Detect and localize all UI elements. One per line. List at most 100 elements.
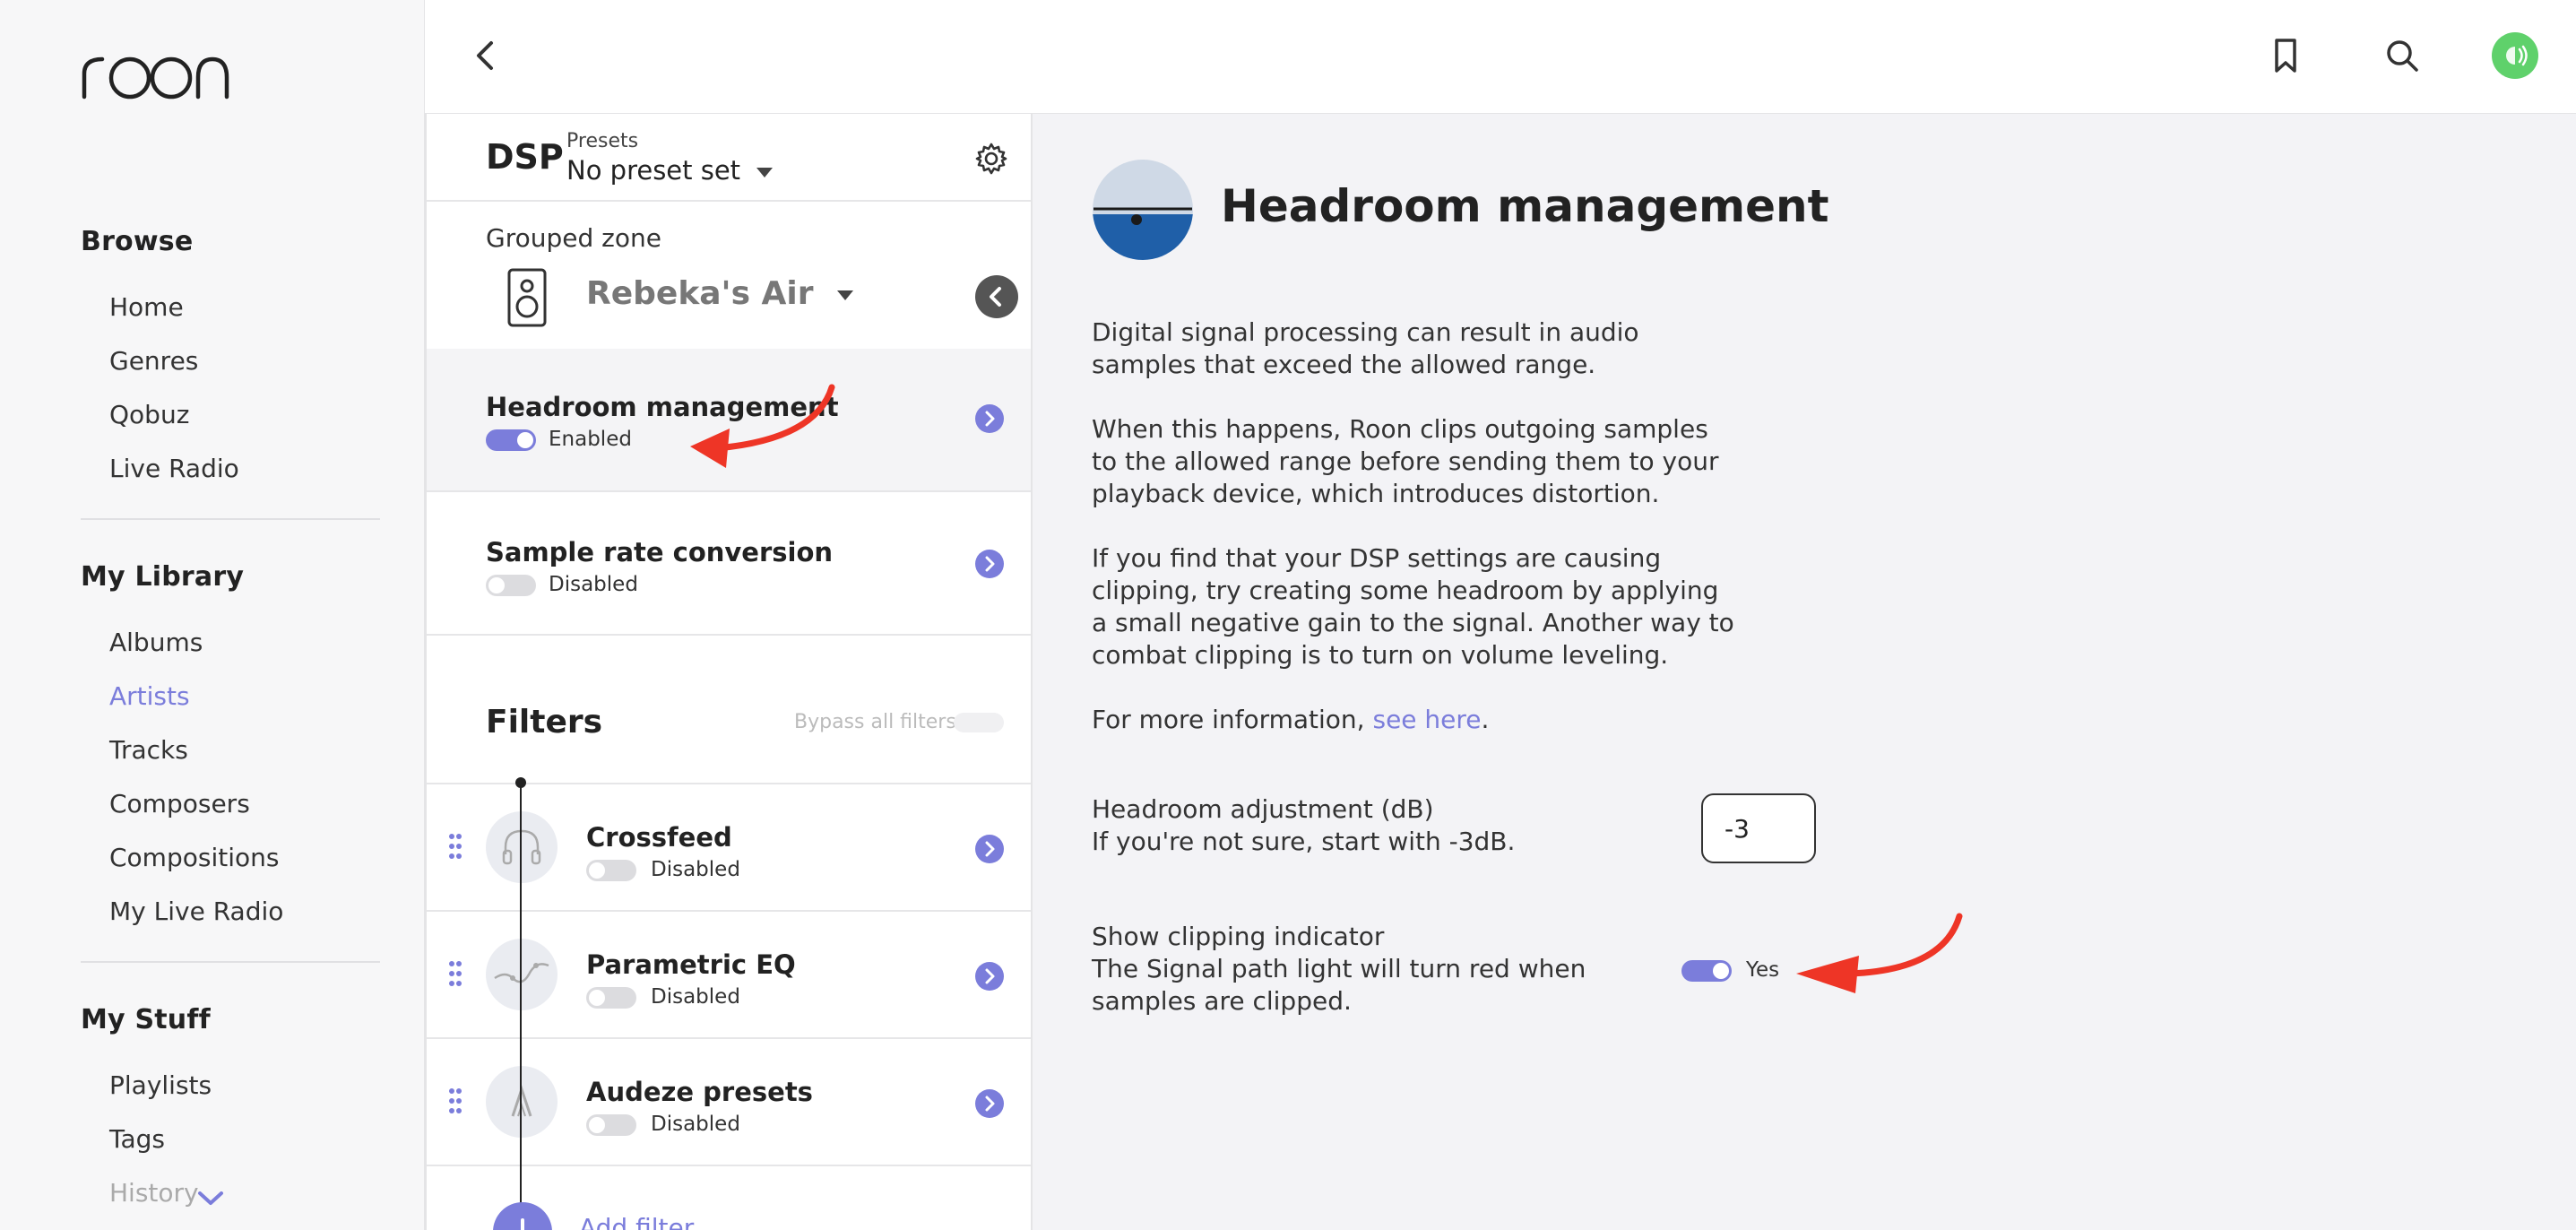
sidebar-item-qobuz[interactable]: Qobuz	[109, 400, 189, 429]
sidebar-item-genres[interactable]: Genres	[109, 346, 198, 376]
eq-curve-icon	[486, 939, 558, 1010]
caret-down-icon	[836, 290, 853, 300]
adjustment-hint: If you're not sure, start with -3dB.	[1092, 827, 1516, 856]
sample-rate-toggle[interactable]	[486, 575, 536, 596]
settings-button[interactable]	[973, 141, 1009, 180]
sidebar-item-tags[interactable]: Tags	[109, 1124, 165, 1154]
search-button[interactable]	[2382, 36, 2422, 79]
clipping-label: Show clipping indicator	[1092, 922, 1385, 951]
sidebar-item-albums[interactable]: Albums	[109, 628, 203, 657]
sidebar-item-home[interactable]: Home	[109, 292, 184, 322]
sidebar-item-composers[interactable]: Composers	[109, 789, 250, 819]
search-icon	[2387, 40, 2418, 72]
headphones-icon	[486, 811, 558, 883]
speaker-wave-icon	[2506, 45, 2528, 66]
more-info-suffix: .	[1481, 705, 1490, 734]
sidebar-item-compositions[interactable]: Compositions	[109, 843, 279, 872]
dsp-row-sample-rate[interactable]: Sample rate conversion Disabled	[427, 492, 1031, 636]
zone-collapse-button[interactable]	[975, 275, 1018, 318]
sidebar-item-artists[interactable]: Artists	[109, 681, 190, 711]
chevron-right-icon[interactable]	[975, 1089, 1004, 1118]
clipping-value: Yes	[1746, 958, 1780, 982]
user-avatar[interactable]	[2492, 32, 2538, 79]
presets-label: Presets	[566, 130, 639, 152]
filter-chain-line	[520, 783, 522, 1230]
bookmark-button[interactable]	[2269, 36, 2302, 79]
chevron-right-icon[interactable]	[975, 835, 1004, 863]
roon-logo-svg	[82, 56, 229, 100]
chevron-down-icon[interactable]	[195, 1189, 226, 1212]
filter-status: Disabled	[651, 985, 740, 1009]
drag-handle-icon[interactable]	[448, 833, 462, 863]
clipping-indicator-toggle[interactable]	[1681, 960, 1732, 982]
row-title: Headroom management	[486, 392, 839, 422]
sidebar-divider	[81, 518, 380, 520]
chevron-right-icon[interactable]	[975, 550, 1004, 578]
filter-row-parametric-eq[interactable]: Parametric EQ Disabled	[427, 912, 1031, 1039]
filter-status: Disabled	[651, 1113, 740, 1136]
caret-down-icon	[756, 167, 774, 178]
chevron-right-icon[interactable]	[975, 962, 1004, 991]
filter-row-crossfeed[interactable]: Crossfeed Disabled	[427, 784, 1031, 912]
filter-row-audeze-presets[interactable]: Audeze presets Disabled	[427, 1039, 1031, 1166]
add-filter-button[interactable]	[493, 1202, 552, 1230]
row-title: Sample rate conversion	[486, 537, 834, 567]
row-status: Enabled	[549, 428, 632, 451]
presets-value: No preset set	[566, 155, 741, 186]
description-paragraph: Digital signal processing can result in …	[1092, 317, 1639, 379]
chevron-left-icon	[990, 287, 1001, 307]
my-stuff-heading: My Stuff	[81, 1004, 211, 1035]
roon-logo	[79, 50, 231, 104]
more-info-paragraph: For more information, see here.	[1092, 704, 1737, 736]
chevron-left-icon	[477, 41, 493, 70]
bookmark-icon	[2275, 39, 2296, 73]
zone-label: Grouped zone	[486, 223, 661, 253]
dsp-panel: DSP Presets No preset set Grouped zone R…	[425, 114, 1033, 1230]
drag-handle-icon[interactable]	[448, 1087, 462, 1118]
details-title: Headroom management	[1221, 180, 1829, 232]
audeze-toggle[interactable]	[586, 1114, 636, 1136]
browse-heading: Browse	[81, 226, 194, 257]
plus-icon	[511, 1218, 534, 1230]
sidebar-item-my-live-radio[interactable]: My Live Radio	[109, 897, 283, 926]
filter-title: Crossfeed	[586, 822, 732, 853]
zone-name: Rebeka's Air	[586, 275, 814, 312]
sidebar-item-playlists[interactable]: Playlists	[109, 1070, 212, 1100]
filter-title: Parametric EQ	[586, 949, 796, 980]
speaker-icon	[507, 268, 547, 331]
headroom-icon	[1092, 159, 1194, 264]
bypass-label: Bypass all filters	[794, 711, 956, 733]
bypass-toggle[interactable]	[954, 713, 1004, 732]
dsp-row-headroom[interactable]: Headroom management Enabled	[427, 349, 1031, 492]
adjustment-label: Headroom adjustment (dB)	[1092, 794, 1434, 824]
sidebar-divider	[81, 961, 380, 963]
filter-status: Disabled	[651, 858, 740, 881]
clipping-hint: The Signal path light will turn red when…	[1092, 954, 1586, 1016]
add-filter-link[interactable]: Add filter	[579, 1213, 694, 1230]
see-here-link[interactable]: see here	[1372, 705, 1481, 734]
description-paragraph: When this happens, Roon clips outgoing s…	[1092, 414, 1719, 508]
sidebar-item-tracks[interactable]: Tracks	[109, 735, 188, 765]
zone-dropdown[interactable]: Rebeka's Air	[586, 275, 853, 312]
parametric-eq-toggle[interactable]	[586, 987, 636, 1009]
my-library-heading: My Library	[81, 561, 245, 593]
gear-icon	[975, 143, 1007, 175]
filter-title: Audeze presets	[586, 1077, 813, 1107]
sidebar-item-live-radio[interactable]: Live Radio	[109, 454, 239, 483]
chevron-right-icon[interactable]	[975, 404, 1004, 433]
top-bar	[425, 0, 2576, 114]
more-info-text: For more information,	[1092, 705, 1373, 734]
presets-dropdown[interactable]: No preset set	[566, 155, 774, 186]
dsp-title: DSP	[486, 137, 564, 177]
row-status: Disabled	[549, 573, 638, 596]
crossfeed-toggle[interactable]	[586, 860, 636, 881]
drag-handle-icon[interactable]	[448, 960, 462, 991]
sidebar-item-history[interactable]: History	[109, 1178, 199, 1208]
headroom-adjustment-input[interactable]	[1701, 793, 1816, 863]
headroom-toggle[interactable]	[486, 429, 536, 451]
back-button[interactable]	[471, 38, 498, 77]
details-pane: Headroom management Digital signal proce…	[1033, 114, 2576, 1230]
filters-heading: Filters	[486, 704, 603, 741]
filter-chain-dot	[515, 777, 526, 788]
sidebar: Browse Home Genres Qobuz Live Radio My L…	[0, 0, 425, 1230]
